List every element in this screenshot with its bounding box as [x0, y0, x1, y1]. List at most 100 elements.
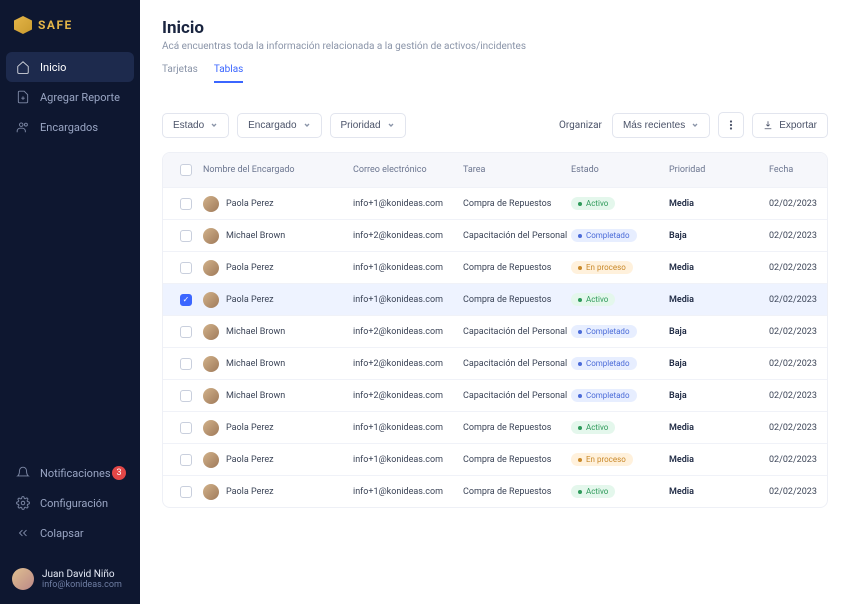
filter-label: Prioridad — [341, 120, 381, 131]
page-title: Inicio — [162, 18, 828, 38]
cell-priority: Baja — [669, 231, 769, 241]
settings-icon — [16, 496, 30, 510]
cell-task: Capacitación del Personal — [463, 327, 571, 337]
user-block[interactable]: Juan David Niño info@konideas.com — [0, 558, 140, 604]
file-plus-icon — [16, 90, 30, 104]
collapse-icon — [16, 526, 30, 540]
page-subtitle: Acá encuentras toda la información relac… — [162, 41, 828, 52]
row-checkbox[interactable] — [180, 198, 192, 210]
row-checkbox[interactable] — [180, 358, 192, 370]
row-checkbox[interactable] — [180, 454, 192, 466]
cell-date: 02/02/2023 — [769, 359, 828, 369]
select-all-checkbox[interactable] — [180, 164, 192, 176]
bell-icon — [16, 466, 30, 480]
status-badge: Completado — [571, 389, 637, 402]
tab-tarjetas[interactable]: Tarjetas — [162, 64, 198, 83]
chevron-down-icon — [303, 121, 311, 129]
encargado-name: Paola Perez — [226, 423, 274, 433]
shield-icon — [14, 16, 32, 34]
table-row[interactable]: Michael Brown info+2@konideas.comCapacita… — [163, 315, 827, 347]
sort-dropdown[interactable]: Más recientes — [612, 113, 710, 138]
main-nav: Inicio Agregar Reporte Encargados — [0, 52, 140, 458]
cell-priority: Baja — [669, 327, 769, 337]
status-badge: Activo — [571, 293, 615, 306]
row-checkbox[interactable] — [180, 326, 192, 338]
tab-tablas[interactable]: Tablas — [214, 64, 244, 83]
cell-status: Completado — [571, 325, 669, 338]
table-row[interactable]: Paola Perezinfo+1@konideas.comCompra de … — [163, 251, 827, 283]
encargado-name: Michael Brown — [226, 359, 285, 369]
avatar — [203, 452, 219, 468]
sidebar-item-inicio[interactable]: Inicio — [6, 52, 134, 82]
cell-name: Paola Perez — [203, 260, 353, 276]
avatar — [203, 292, 219, 308]
encargado-name: Paola Perez — [226, 263, 274, 273]
cell-email: info+2@konideas.com — [353, 327, 463, 337]
download-icon — [763, 120, 773, 130]
row-checkbox[interactable] — [180, 422, 192, 434]
sidebar-item-notificaciones[interactable]: Notificaciones 3 — [6, 458, 134, 488]
brand-name: SAFE — [38, 18, 73, 32]
cell-email: info+1@konideas.com — [353, 487, 463, 497]
cell-email: info+1@konideas.com — [353, 295, 463, 305]
cell-priority: Media — [669, 455, 769, 465]
table-row[interactable]: Michael Browninfo+2@konideas.comCapacita… — [163, 379, 827, 411]
cell-task: Compra de Repuestos — [463, 263, 571, 273]
encargado-name: Michael Brown — [226, 327, 285, 337]
row-checkbox[interactable] — [180, 390, 192, 402]
row-checkbox[interactable] — [180, 486, 192, 498]
dots-vertical-icon — [725, 119, 737, 131]
avatar — [203, 388, 219, 404]
cell-status: Completado — [571, 229, 669, 242]
row-checkbox[interactable] — [180, 294, 192, 306]
col-priority: Prioridad — [669, 165, 769, 175]
row-checkbox[interactable] — [180, 262, 192, 274]
table-row[interactable]: Paola Perezinfo+1@konideas.comCompra de … — [163, 475, 827, 507]
table-row[interactable]: Paola Perezinfo+1@konideas.comCompra de … — [163, 443, 827, 475]
status-badge: Activo — [571, 485, 615, 498]
table-row[interactable]: Paola Perezinfo+1@konideas.comCompra de … — [163, 187, 827, 219]
table-row[interactable]: Michael Browninfo+2@konideas.comCapacita… — [163, 347, 827, 379]
cell-status: Completado — [571, 389, 669, 402]
row-checkbox[interactable] — [180, 230, 192, 242]
export-label: Exportar — [779, 120, 817, 131]
chevron-down-icon — [387, 121, 395, 129]
tabs: Tarjetas Tablas — [162, 64, 828, 84]
status-badge: Completado — [571, 357, 637, 370]
cell-task: Compra de Repuestos — [463, 455, 571, 465]
users-icon — [16, 120, 30, 134]
table-row[interactable]: Michael Browninfo+2@konideas.comCapacita… — [163, 219, 827, 251]
status-badge: Activo — [571, 197, 615, 210]
organize-label: Organizar — [559, 120, 602, 131]
export-button[interactable]: Exportar — [752, 113, 828, 138]
sidebar-item-agregar-reporte[interactable]: Agregar Reporte — [6, 82, 134, 112]
cell-task: Compra de Repuestos — [463, 423, 571, 433]
chevron-down-icon — [691, 121, 699, 129]
cell-task: Compra de Repuestos — [463, 295, 571, 305]
table-row[interactable]: Paola Perezinfo+1@konideas.comCompra de … — [163, 283, 827, 315]
main-content: Inicio Acá encuentras toda la informació… — [140, 0, 850, 604]
cell-date: 02/02/2023 — [769, 487, 828, 497]
encargado-name: Paola Perez — [226, 487, 274, 497]
filter-encargado[interactable]: Encargado — [237, 113, 321, 138]
filter-prioridad[interactable]: Prioridad — [330, 113, 406, 138]
avatar — [203, 324, 219, 340]
cell-priority: Baja — [669, 359, 769, 369]
cell-name: Michael Brown — [203, 388, 353, 404]
cell-name: Paola Perez — [203, 484, 353, 500]
sidebar-item-configuracion[interactable]: Configuración — [6, 488, 134, 518]
filter-label: Estado — [173, 120, 204, 131]
status-badge: En proceso — [571, 453, 633, 466]
encargado-name: Michael Brown — [226, 231, 285, 241]
cell-priority: Media — [669, 295, 769, 305]
table-row[interactable]: Paola Perezinfo+1@konideas.comCompra de … — [163, 411, 827, 443]
filter-estado[interactable]: Estado — [162, 113, 229, 138]
avatar — [203, 260, 219, 276]
more-actions-button[interactable] — [718, 112, 744, 138]
sidebar-item-encargados[interactable]: Encargados — [6, 112, 134, 142]
cell-priority: Baja — [669, 391, 769, 401]
cell-email: info+2@konideas.com — [353, 391, 463, 401]
col-name: Nombre del Encargado — [203, 165, 353, 175]
user-meta: Juan David Niño info@konideas.com — [42, 569, 122, 590]
sidebar-item-colapsar[interactable]: Colapsar — [6, 518, 134, 548]
